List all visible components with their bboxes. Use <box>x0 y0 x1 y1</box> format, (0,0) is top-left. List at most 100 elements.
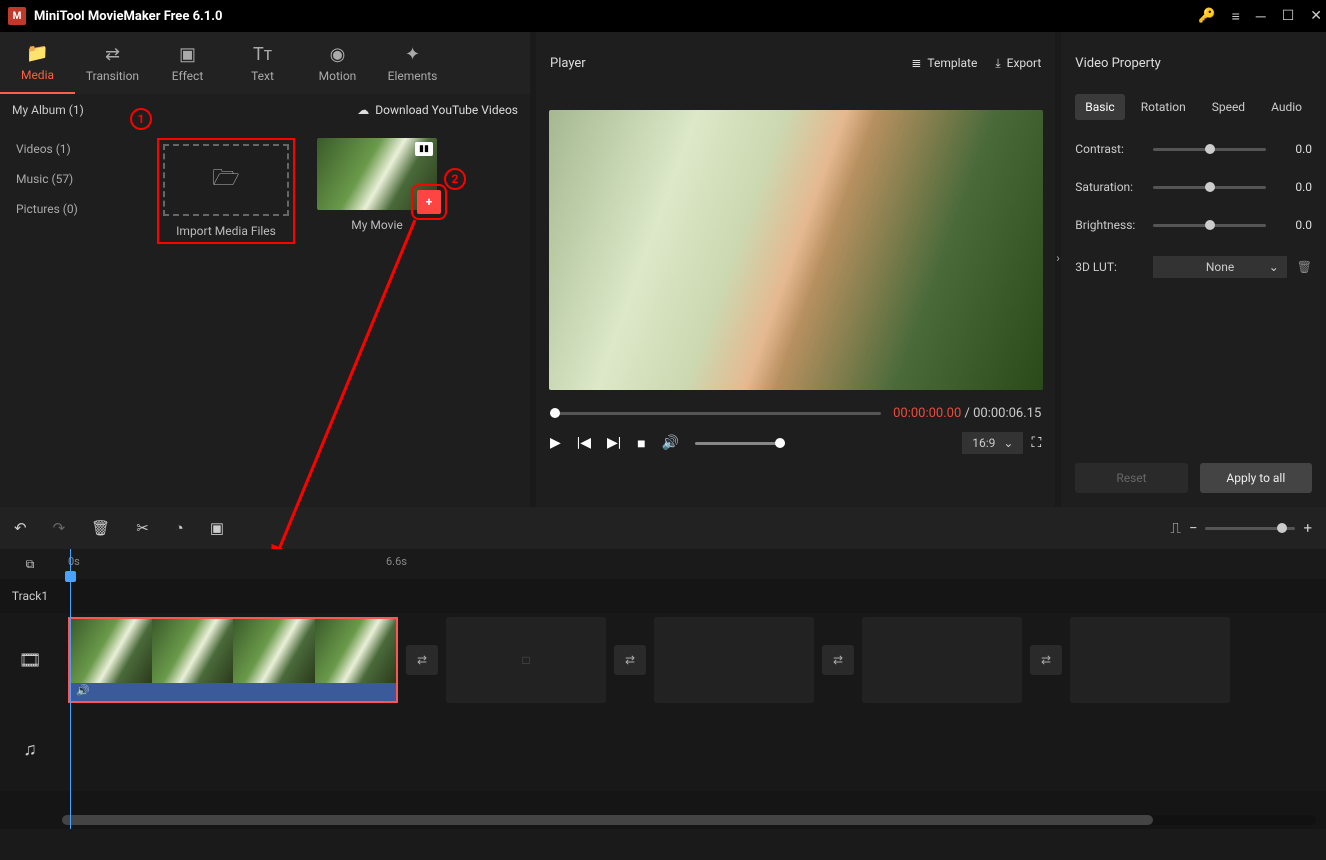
prev-frame-button[interactable]: |◀ <box>577 435 591 451</box>
player-panel: Player ≣ Template ⤓ Export 00:00:00.00 /… <box>536 32 1055 507</box>
clip-label: My Movie <box>351 218 402 232</box>
brightness-slider[interactable] <box>1153 224 1266 227</box>
delete-button[interactable]: 🗑 <box>91 519 110 537</box>
import-media-card[interactable]: 🗁 Import Media Files <box>157 138 295 244</box>
transition-slot-button[interactable]: ⇄ <box>406 645 438 675</box>
tab-effect[interactable]: ▣ Effect <box>150 32 225 94</box>
audio-track-icon[interactable]: ♫ <box>0 707 60 791</box>
tab-text[interactable]: Tᴛ Text <box>225 32 300 94</box>
clip-thumb-frame <box>315 619 397 683</box>
media-panel: 📁 Media ⇄ Transition ▣ Effect Tᴛ Text ◉ … <box>0 32 530 507</box>
zoom-in-button[interactable]: + <box>1303 519 1312 537</box>
speed-button[interactable]: ◔ <box>175 519 184 537</box>
video-track-icon[interactable]: 🎞 <box>0 613 60 707</box>
sidebar-item-pictures[interactable]: Pictures (0) <box>0 194 145 224</box>
tab-basic[interactable]: Basic <box>1075 94 1124 120</box>
timeline-clip[interactable]: 🔊 <box>68 617 398 703</box>
scrubber-thumb[interactable] <box>550 408 560 418</box>
tab-elements[interactable]: ✦ Elements <box>375 32 450 94</box>
zoom-out-button[interactable]: − <box>1189 519 1198 537</box>
volume-thumb[interactable] <box>775 438 785 448</box>
aspect-ratio-select[interactable]: 16:9 ⌄ <box>962 432 1023 454</box>
transition-slot-button[interactable]: ⇄ <box>614 645 646 675</box>
sidebar-item-videos[interactable]: Videos (1) <box>0 134 145 164</box>
collapse-panel-icon[interactable]: › <box>1056 251 1060 265</box>
template-button[interactable]: ≣ Template <box>911 56 977 70</box>
video-preview[interactable] <box>549 110 1043 390</box>
player-controls: ▶ |◀ ▶| ■ 🔊 16:9 ⌄ ⛶ <box>536 424 1055 466</box>
add-to-timeline-button[interactable]: + <box>417 190 441 214</box>
download-youtube-button[interactable]: ☁ Download YouTube Videos <box>357 103 518 117</box>
ruler[interactable]: ⧉ 0s 6.6s <box>0 549 1326 579</box>
transition-slot-button[interactable]: ⇄ <box>1030 645 1062 675</box>
snap-icon[interactable]: ⎍ <box>1170 519 1181 537</box>
delete-lut-icon[interactable]: 🗑 <box>1297 260 1312 274</box>
template-label: Template <box>927 56 977 70</box>
crop-button[interactable]: ▣ <box>210 519 224 537</box>
app-logo-icon: M <box>8 7 26 25</box>
chevron-down-icon: ⌄ <box>1269 260 1279 274</box>
clip-thumbnail[interactable]: ▮▮ + <box>317 138 437 210</box>
clip-thumb-frame <box>70 619 152 683</box>
contrast-thumb[interactable] <box>1205 144 1215 154</box>
saturation-thumb[interactable] <box>1205 182 1215 192</box>
tab-transition[interactable]: ⇄ Transition <box>75 32 150 94</box>
split-button[interactable]: ✂ <box>136 519 149 537</box>
undo-button[interactable]: ↶ <box>14 519 27 537</box>
time-display: 00:00:00.00 / 00:00:06.15 <box>893 406 1041 421</box>
scrubber-track[interactable] <box>550 412 881 415</box>
empty-clip-slot[interactable]: □ <box>446 617 606 703</box>
brightness-thumb[interactable] <box>1205 220 1215 230</box>
tab-media[interactable]: 📁 Media <box>0 32 75 94</box>
fullscreen-button[interactable]: ⛶ <box>1031 435 1041 451</box>
clip-audio-bar[interactable]: 🔊 <box>70 683 396 701</box>
zoom-slider[interactable] <box>1205 527 1295 530</box>
reset-button[interactable]: Reset <box>1075 463 1187 493</box>
next-frame-button[interactable]: ▶| <box>607 435 621 451</box>
stop-button[interactable]: ■ <box>637 435 645 452</box>
lut-select[interactable]: None ⌄ <box>1153 256 1286 278</box>
minimize-button[interactable]: ─ <box>1256 8 1266 25</box>
maximize-button[interactable]: ☐ <box>1282 8 1295 24</box>
close-button[interactable]: ✕ <box>1310 8 1322 24</box>
empty-clip-slot[interactable] <box>1070 617 1230 703</box>
sidebar-item-music[interactable]: Music (57) <box>0 164 145 194</box>
cloud-download-icon: ☁ <box>357 103 369 117</box>
timeline-scrollbar[interactable] <box>62 815 1316 825</box>
scrubber[interactable]: 00:00:00.00 / 00:00:06.15 <box>550 408 1041 418</box>
main-row: 📁 Media ⇄ Transition ▣ Effect Tᴛ Text ◉ … <box>0 32 1326 507</box>
empty-clip-slot[interactable] <box>654 617 814 703</box>
tab-rotation[interactable]: Rotation <box>1131 94 1196 120</box>
play-button[interactable]: ▶ <box>550 435 561 451</box>
track-1-label: Track1 <box>0 589 60 603</box>
ruler-mark-1: 6.6s <box>386 555 407 568</box>
video-clips-area[interactable]: 🔊 ⇄ □ ⇄ ⇄ ⇄ <box>60 613 1326 707</box>
volume-slider[interactable] <box>695 442 785 445</box>
title-bar: M MiniTool MovieMaker Free 6.1.0 🔑 ≡ ─ ☐… <box>0 0 1326 32</box>
saturation-slider[interactable] <box>1153 186 1266 189</box>
album-label: My Album (1) <box>12 103 84 117</box>
empty-clip-slot[interactable] <box>862 617 1022 703</box>
tab-audio[interactable]: Audio <box>1261 94 1312 120</box>
key-icon[interactable]: 🔑 <box>1198 8 1215 24</box>
tab-motion[interactable]: ◉ Motion <box>300 32 375 94</box>
redo-button[interactable]: ↷ <box>53 519 66 537</box>
top-tabs: 📁 Media ⇄ Transition ▣ Effect Tᴛ Text ◉ … <box>0 32 530 94</box>
audio-clips-area[interactable] <box>60 702 1326 796</box>
contrast-slider[interactable] <box>1153 148 1266 151</box>
scrollbar-thumb[interactable] <box>62 815 1153 825</box>
motion-icon: ◉ <box>330 44 346 65</box>
layer-manager-icon[interactable]: ⧉ <box>0 549 60 579</box>
app-title: MiniTool MovieMaker Free 6.1.0 <box>34 9 223 24</box>
export-button[interactable]: ⤓ Export <box>995 56 1041 71</box>
media-clip-card[interactable]: ▮▮ + My Movie <box>313 138 441 232</box>
brightness-value: 0.0 <box>1276 218 1312 232</box>
transition-slot-button[interactable]: ⇄ <box>822 645 854 675</box>
playhead[interactable] <box>70 549 71 829</box>
menu-icon[interactable]: ≡ <box>1232 8 1240 25</box>
zoom-thumb[interactable] <box>1277 523 1287 533</box>
apply-to-all-button[interactable]: Apply to all <box>1200 463 1312 493</box>
volume-icon[interactable]: 🔊 <box>662 435 679 451</box>
import-drop-zone[interactable]: 🗁 <box>163 144 289 216</box>
tab-speed[interactable]: Speed <box>1202 94 1255 120</box>
